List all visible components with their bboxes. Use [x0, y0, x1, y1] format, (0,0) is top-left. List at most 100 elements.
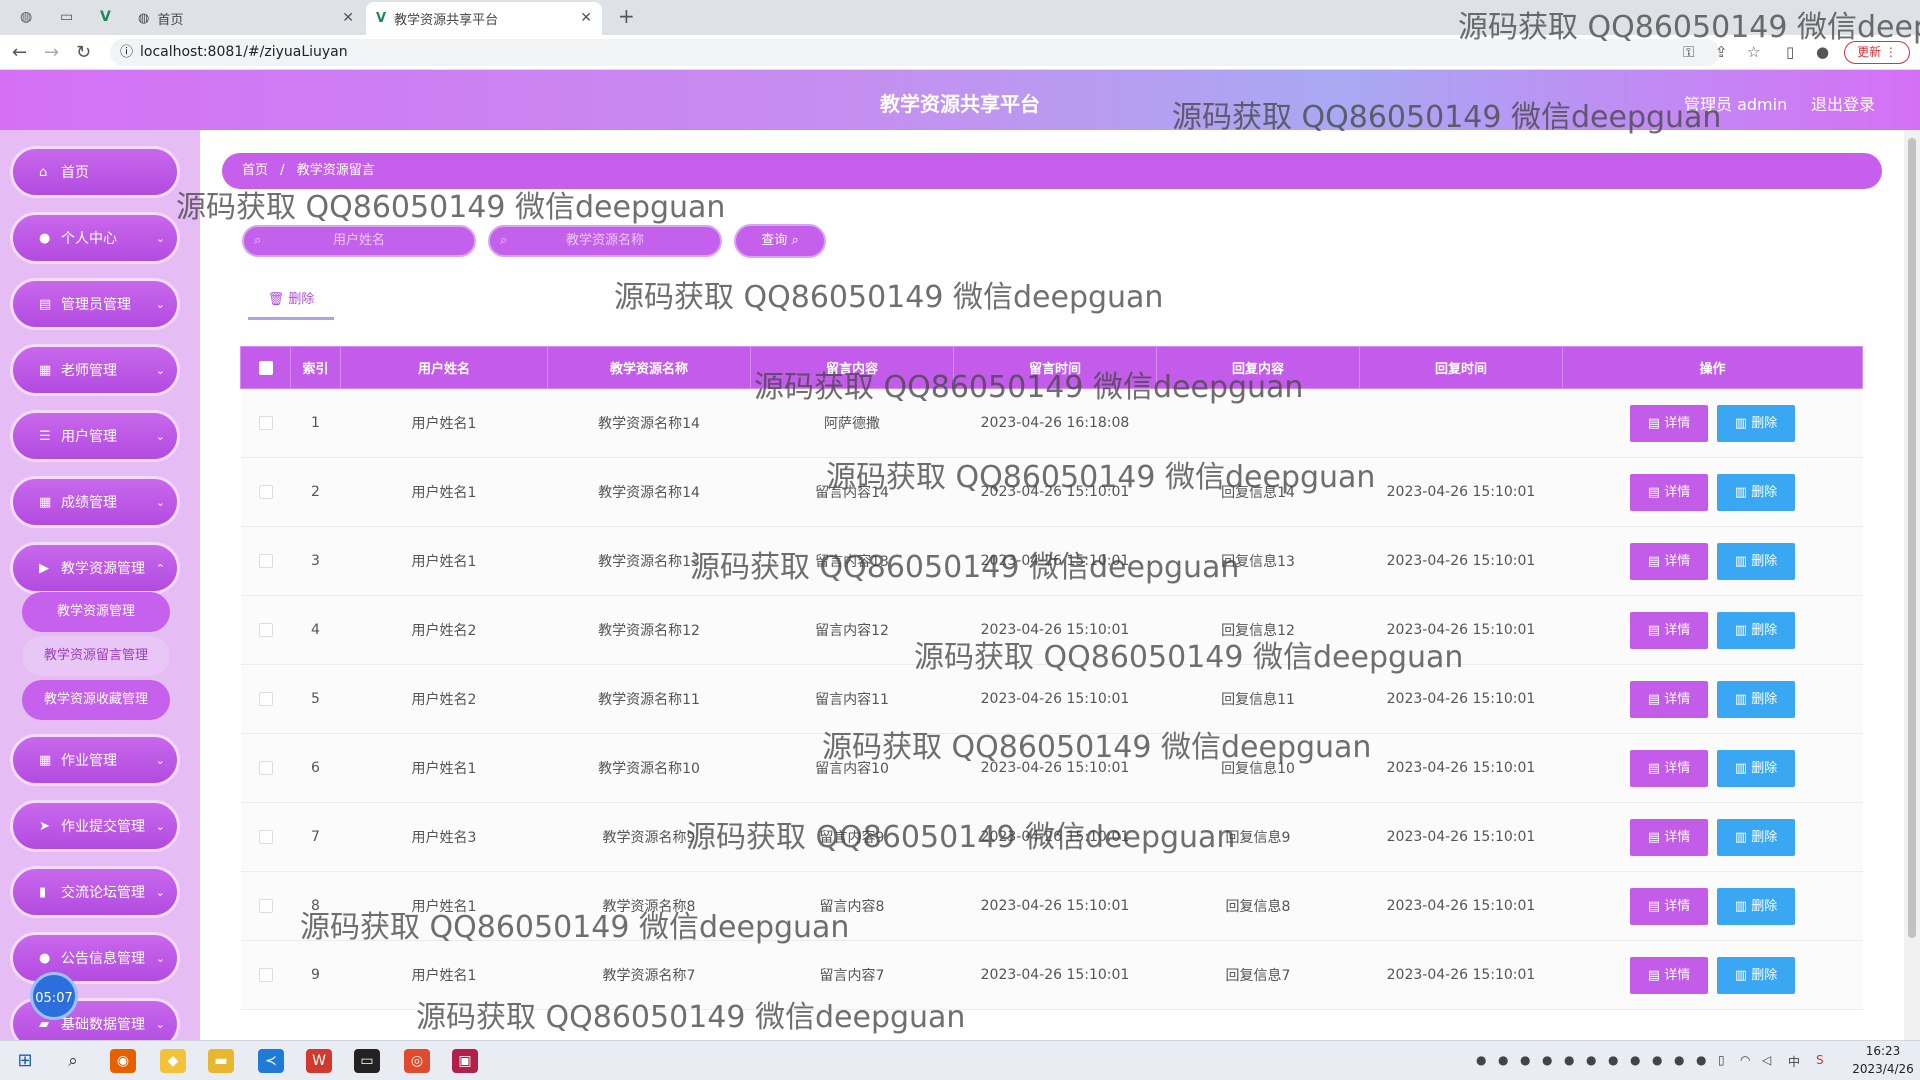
terminal-icon[interactable]: ▭	[354, 1049, 380, 1073]
delete-button[interactable]: ▥ 删除	[1717, 404, 1795, 442]
row-checkbox-cell[interactable]	[240, 595, 291, 665]
sidebar-item-personal-center[interactable]: ● 个人中心 ⌄	[10, 212, 180, 264]
sidebar-subitem-resource-favorite[interactable]: 教学资源收藏管理	[22, 680, 170, 720]
resource-name-search-input[interactable]: ⌕ 教学资源名称	[488, 225, 722, 257]
detail-button[interactable]: ▤ 详情	[1630, 404, 1708, 442]
row-checkbox-cell[interactable]	[240, 457, 291, 527]
intellij-icon[interactable]: ▣	[452, 1049, 478, 1073]
firefox-icon[interactable]: ◉	[110, 1049, 136, 1073]
row-checkbox[interactable]	[258, 554, 273, 568]
chrome-icon[interactable]: ◎	[404, 1049, 430, 1073]
browser-tab-favicon-icon[interactable]: ◍	[20, 9, 32, 25]
tray-app-icon[interactable]: ●	[1652, 1053, 1662, 1067]
profile-icon[interactable]: ●	[1816, 43, 1829, 61]
row-checkbox[interactable]	[258, 830, 273, 844]
browser-tab-home[interactable]: ◍ 首页 ✕	[128, 2, 364, 35]
detail-button[interactable]: ▤ 详情	[1630, 956, 1708, 994]
delete-button[interactable]: ▥ 删除	[1717, 473, 1795, 511]
row-checkbox-cell[interactable]	[240, 871, 291, 941]
windows-start-icon[interactable]: ⊞	[12, 1049, 38, 1073]
tray-app-icon[interactable]: ●	[1696, 1053, 1706, 1067]
new-tab-plus-icon[interactable]: +	[618, 4, 635, 28]
tab-close-icon[interactable]: ✕	[580, 10, 592, 26]
delete-button[interactable]: ▥ 删除	[1717, 818, 1795, 856]
sidebar-item-resource[interactable]: ▶ 教学资源管理 ⌃	[10, 542, 180, 594]
share-icon[interactable]: ⇪	[1715, 43, 1728, 61]
sidepanel-icon[interactable]: ▯	[1786, 43, 1794, 61]
sidebar-item-teacher[interactable]: ▦ 老师管理 ⌄	[10, 344, 180, 396]
clock-badge[interactable]: 05:07	[30, 972, 78, 1020]
star-icon[interactable]: ☆	[1747, 43, 1760, 61]
sidebar-item-forum[interactable]: ▮ 交流论坛管理 ⌄	[10, 866, 180, 918]
update-button[interactable]: 更新 ⋮	[1844, 41, 1910, 64]
query-button[interactable]: 查询 ⌕	[734, 224, 826, 258]
vue-tab-icon[interactable]: V	[100, 9, 111, 25]
select-all-checkbox[interactable]	[258, 360, 273, 375]
forward-arrow-icon[interactable]: →	[44, 42, 59, 63]
clock-time[interactable]: 16:23	[1858, 1044, 1908, 1058]
delete-button[interactable]: ▥ 删除	[1717, 956, 1795, 994]
ime-indicator[interactable]: 中	[1788, 1053, 1800, 1070]
address-bar[interactable]: ⓘ localhost:8081/#/ziyuaLiuyan	[110, 39, 1720, 66]
row-checkbox[interactable]	[258, 416, 273, 430]
tray-app-icon[interactable]: ●	[1542, 1053, 1552, 1067]
vscode-icon[interactable]: ≺	[258, 1049, 284, 1073]
sidebar-item-score[interactable]: ▦ 成绩管理 ⌄	[10, 476, 180, 528]
row-checkbox-cell[interactable]	[240, 526, 291, 596]
sogou-icon[interactable]: S	[1816, 1053, 1824, 1067]
sidebar-item-home[interactable]: ⌂ 首页	[10, 146, 180, 198]
row-checkbox[interactable]	[258, 692, 273, 706]
detail-button[interactable]: ▤ 详情	[1630, 680, 1708, 718]
delete-button[interactable]: ▥ 删除	[1717, 749, 1795, 787]
browser-tab-blank-icon[interactable]: ▭	[60, 9, 73, 25]
logout-link[interactable]: 退出登录	[1811, 91, 1875, 115]
wifi-icon[interactable]: ◠	[1740, 1053, 1750, 1067]
breadcrumb-home[interactable]: 首页	[242, 163, 268, 178]
clock-date[interactable]: 2023/4/26	[1848, 1062, 1918, 1076]
detail-button[interactable]: ▤ 详情	[1630, 887, 1708, 925]
delete-button[interactable]: ▥ 删除	[1717, 887, 1795, 925]
browser-tab-active[interactable]: V 教学资源共享平台 ✕	[366, 2, 602, 35]
battery-icon[interactable]: ▯	[1718, 1053, 1725, 1067]
tray-app-icon[interactable]: ●	[1564, 1053, 1574, 1067]
tray-app-icon[interactable]: ●	[1608, 1053, 1618, 1067]
app-icon[interactable]: ◆	[160, 1049, 186, 1073]
row-checkbox-cell[interactable]	[240, 733, 291, 803]
row-checkbox-cell[interactable]	[240, 940, 291, 1010]
file-explorer-icon[interactable]: ▬	[208, 1049, 234, 1073]
sidebar-item-submission[interactable]: ➤ 作业提交管理 ⌄	[10, 800, 180, 852]
sidebar-subitem-resource-manage[interactable]: 教学资源管理	[22, 592, 170, 632]
tray-app-icon[interactable]: ●	[1674, 1053, 1684, 1067]
volume-icon[interactable]: ◁	[1762, 1053, 1771, 1067]
search-icon[interactable]: ⌕	[60, 1049, 86, 1073]
row-checkbox[interactable]	[258, 968, 273, 982]
detail-button[interactable]: ▤ 详情	[1630, 611, 1708, 649]
reload-icon[interactable]: ↻	[76, 42, 91, 63]
sidebar-subitem-resource-message[interactable]: 教学资源留言管理	[22, 636, 170, 676]
tray-app-icon[interactable]: ●	[1630, 1053, 1640, 1067]
sidebar-item-admin[interactable]: ▤ 管理员管理 ⌄	[10, 278, 180, 330]
back-arrow-icon[interactable]: ←	[12, 42, 27, 63]
wps-icon[interactable]: W	[306, 1049, 332, 1073]
detail-button[interactable]: ▤ 详情	[1630, 818, 1708, 856]
detail-button[interactable]: ▤ 详情	[1630, 749, 1708, 787]
detail-button[interactable]: ▤ 详情	[1630, 542, 1708, 580]
detail-button[interactable]: ▤ 详情	[1630, 473, 1708, 511]
row-checkbox[interactable]	[258, 623, 273, 637]
row-checkbox[interactable]	[258, 761, 273, 775]
row-checkbox-cell[interactable]	[240, 664, 291, 734]
delete-button[interactable]: ▥ 删除	[1717, 542, 1795, 580]
user-name-search-input[interactable]: ⌕ 用户姓名	[242, 225, 476, 257]
row-checkbox-cell[interactable]	[240, 388, 291, 458]
page-scrollbar[interactable]	[1904, 130, 1920, 1040]
row-checkbox[interactable]	[258, 899, 273, 913]
tab-close-icon[interactable]: ✕	[342, 10, 354, 26]
tray-app-icon[interactable]: ●	[1498, 1053, 1508, 1067]
row-checkbox[interactable]	[258, 485, 273, 499]
sidebar-item-notice[interactable]: ● 公告信息管理 ⌄	[10, 932, 180, 984]
delete-button[interactable]: ▥ 删除	[1717, 611, 1795, 649]
tray-app-icon[interactable]: ●	[1586, 1053, 1596, 1067]
tray-app-icon[interactable]: ●	[1476, 1053, 1486, 1067]
scrollbar-thumb[interactable]	[1908, 138, 1916, 938]
delete-button[interactable]: ▥ 删除	[1717, 680, 1795, 718]
